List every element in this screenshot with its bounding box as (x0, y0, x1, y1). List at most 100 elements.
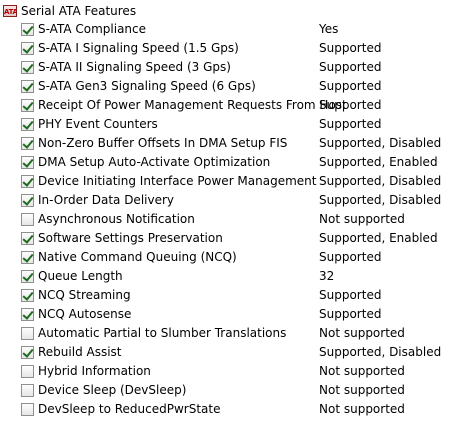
feature-checkbox[interactable] (21, 289, 34, 302)
feature-row: S-ATA Gen3 Signaling Speed (6 Gps) Suppor… (0, 77, 449, 96)
checkmark-icon (22, 61, 34, 73)
feature-row: In-Order Data Delivery Supported, Disable… (0, 191, 449, 210)
feature-row: DevSleep to ReducedPwrState Not supported (0, 400, 449, 419)
feature-value: Yes (319, 22, 339, 36)
feature-value: Supported, Disabled (319, 193, 442, 207)
feature-label: Device Initiating Interface Power Manage… (38, 174, 317, 188)
feature-label: In-Order Data Delivery (38, 193, 175, 207)
checkmark-icon (22, 118, 34, 130)
feature-row: PHY Event Counters Supported (0, 115, 449, 134)
sata-chip-icon: ATA (3, 5, 17, 17)
feature-checkbox[interactable] (21, 42, 34, 55)
feature-label: PHY Event Counters (38, 117, 158, 131)
checkmark-icon (22, 194, 34, 206)
checkmark-icon (22, 137, 34, 149)
feature-label: Software Settings Preservation (38, 231, 223, 245)
feature-label: S-ATA Gen3 Signaling Speed (6 Gps) (38, 79, 256, 93)
feature-checkbox[interactable] (21, 156, 34, 169)
section-header: ATA Serial ATA Features (3, 2, 136, 20)
feature-row: NCQ Autosense Supported (0, 305, 449, 324)
checkmark-icon (22, 80, 34, 92)
feature-value: Not supported (319, 326, 405, 340)
checkmark-icon (22, 99, 34, 111)
feature-label: S-ATA II Signaling Speed (3 Gps) (38, 60, 231, 74)
feature-value: Supported, Enabled (319, 231, 438, 245)
checkmark-icon (22, 156, 34, 168)
serial-ata-features-panel: ATA Serial ATA Features S-ATA Compliance… (0, 0, 449, 423)
checkmark-icon (22, 42, 34, 54)
features-list: S-ATA Compliance Yes S-ATA I Signaling Spe… (0, 20, 449, 419)
checkmark-icon (22, 251, 34, 263)
feature-label: Hybrid Information (38, 364, 151, 378)
feature-value: Supported (319, 250, 382, 264)
feature-value: Supported, Disabled (319, 174, 442, 188)
feature-label: Automatic Partial to Slumber Translation… (38, 326, 287, 340)
feature-value: Supported (319, 79, 382, 93)
checkmark-icon (22, 232, 34, 244)
feature-row: Non-Zero Buffer Offsets In DMA Setup FIS… (0, 134, 449, 153)
feature-row: S-ATA II Signaling Speed (3 Gps) Supporte… (0, 58, 449, 77)
checkmark-icon (22, 346, 34, 358)
feature-row: Native Command Queuing (NCQ) Supported (0, 248, 449, 267)
feature-row: Receipt Of Power Management Requests Fro… (0, 96, 449, 115)
checkmark-icon (22, 308, 34, 320)
feature-row: Queue Length 32 (0, 267, 449, 286)
feature-value: Supported (319, 60, 382, 74)
feature-value: Supported (319, 117, 382, 131)
feature-label: NCQ Autosense (38, 307, 132, 321)
feature-label: Receipt Of Power Management Requests Fro… (38, 98, 347, 112)
feature-label: DMA Setup Auto-Activate Optimization (38, 155, 271, 169)
feature-value: Supported (319, 98, 382, 112)
checkmark-icon (22, 23, 34, 35)
feature-label: S-ATA Compliance (38, 22, 147, 36)
feature-checkbox[interactable] (21, 308, 34, 321)
section-title: Serial ATA Features (21, 4, 137, 18)
feature-checkbox[interactable] (21, 270, 34, 283)
feature-row: NCQ Streaming Supported (0, 286, 449, 305)
feature-label: Device Sleep (DevSleep) (38, 383, 187, 397)
feature-checkbox[interactable] (21, 118, 34, 131)
checkmark-icon (22, 289, 34, 301)
feature-checkbox[interactable] (21, 80, 34, 93)
feature-checkbox[interactable] (21, 327, 34, 340)
feature-value: Supported, Disabled (319, 345, 442, 359)
feature-checkbox[interactable] (21, 194, 34, 207)
feature-checkbox[interactable] (21, 251, 34, 264)
feature-label: Native Command Queuing (NCQ) (38, 250, 237, 264)
feature-row: S-ATA I Signaling Speed (1.5 Gps) Support… (0, 39, 449, 58)
feature-value: Supported (319, 288, 382, 302)
feature-checkbox[interactable] (21, 175, 34, 188)
feature-checkbox[interactable] (21, 232, 34, 245)
feature-value: Not supported (319, 402, 405, 416)
feature-checkbox[interactable] (21, 365, 34, 378)
feature-value: Supported (319, 307, 382, 321)
feature-value: Supported, Disabled (319, 136, 442, 150)
feature-checkbox[interactable] (21, 403, 34, 416)
feature-value: Not supported (319, 212, 405, 226)
feature-value: 32 (319, 269, 335, 283)
feature-checkbox[interactable] (21, 213, 34, 226)
feature-value: Supported (319, 41, 382, 55)
feature-label: S-ATA I Signaling Speed (1.5 Gps) (38, 41, 239, 55)
feature-row: S-ATA Compliance Yes (0, 20, 449, 39)
feature-row: Asynchronous Notification Not supported (0, 210, 449, 229)
feature-label: DevSleep to ReducedPwrState (38, 402, 221, 416)
feature-checkbox[interactable] (21, 346, 34, 359)
feature-checkbox[interactable] (21, 137, 34, 150)
feature-value: Not supported (319, 383, 405, 397)
checkmark-icon (22, 270, 34, 282)
feature-checkbox[interactable] (21, 384, 34, 397)
feature-row: Device Sleep (DevSleep) Not supported (0, 381, 449, 400)
feature-row: Automatic Partial to Slumber Translation… (0, 324, 449, 343)
feature-checkbox[interactable] (21, 99, 34, 112)
feature-row: DMA Setup Auto-Activate Optimization Supp… (0, 153, 449, 172)
feature-row: Device Initiating Interface Power Manage… (0, 172, 449, 191)
feature-label: Rebuild Assist (38, 345, 122, 359)
feature-value: Not supported (319, 364, 405, 378)
feature-label: NCQ Streaming (38, 288, 131, 302)
feature-checkbox[interactable] (21, 61, 34, 74)
feature-label: Asynchronous Notification (38, 212, 195, 226)
feature-checkbox[interactable] (21, 23, 34, 36)
checkmark-icon (22, 175, 34, 187)
feature-label: Queue Length (38, 269, 123, 283)
